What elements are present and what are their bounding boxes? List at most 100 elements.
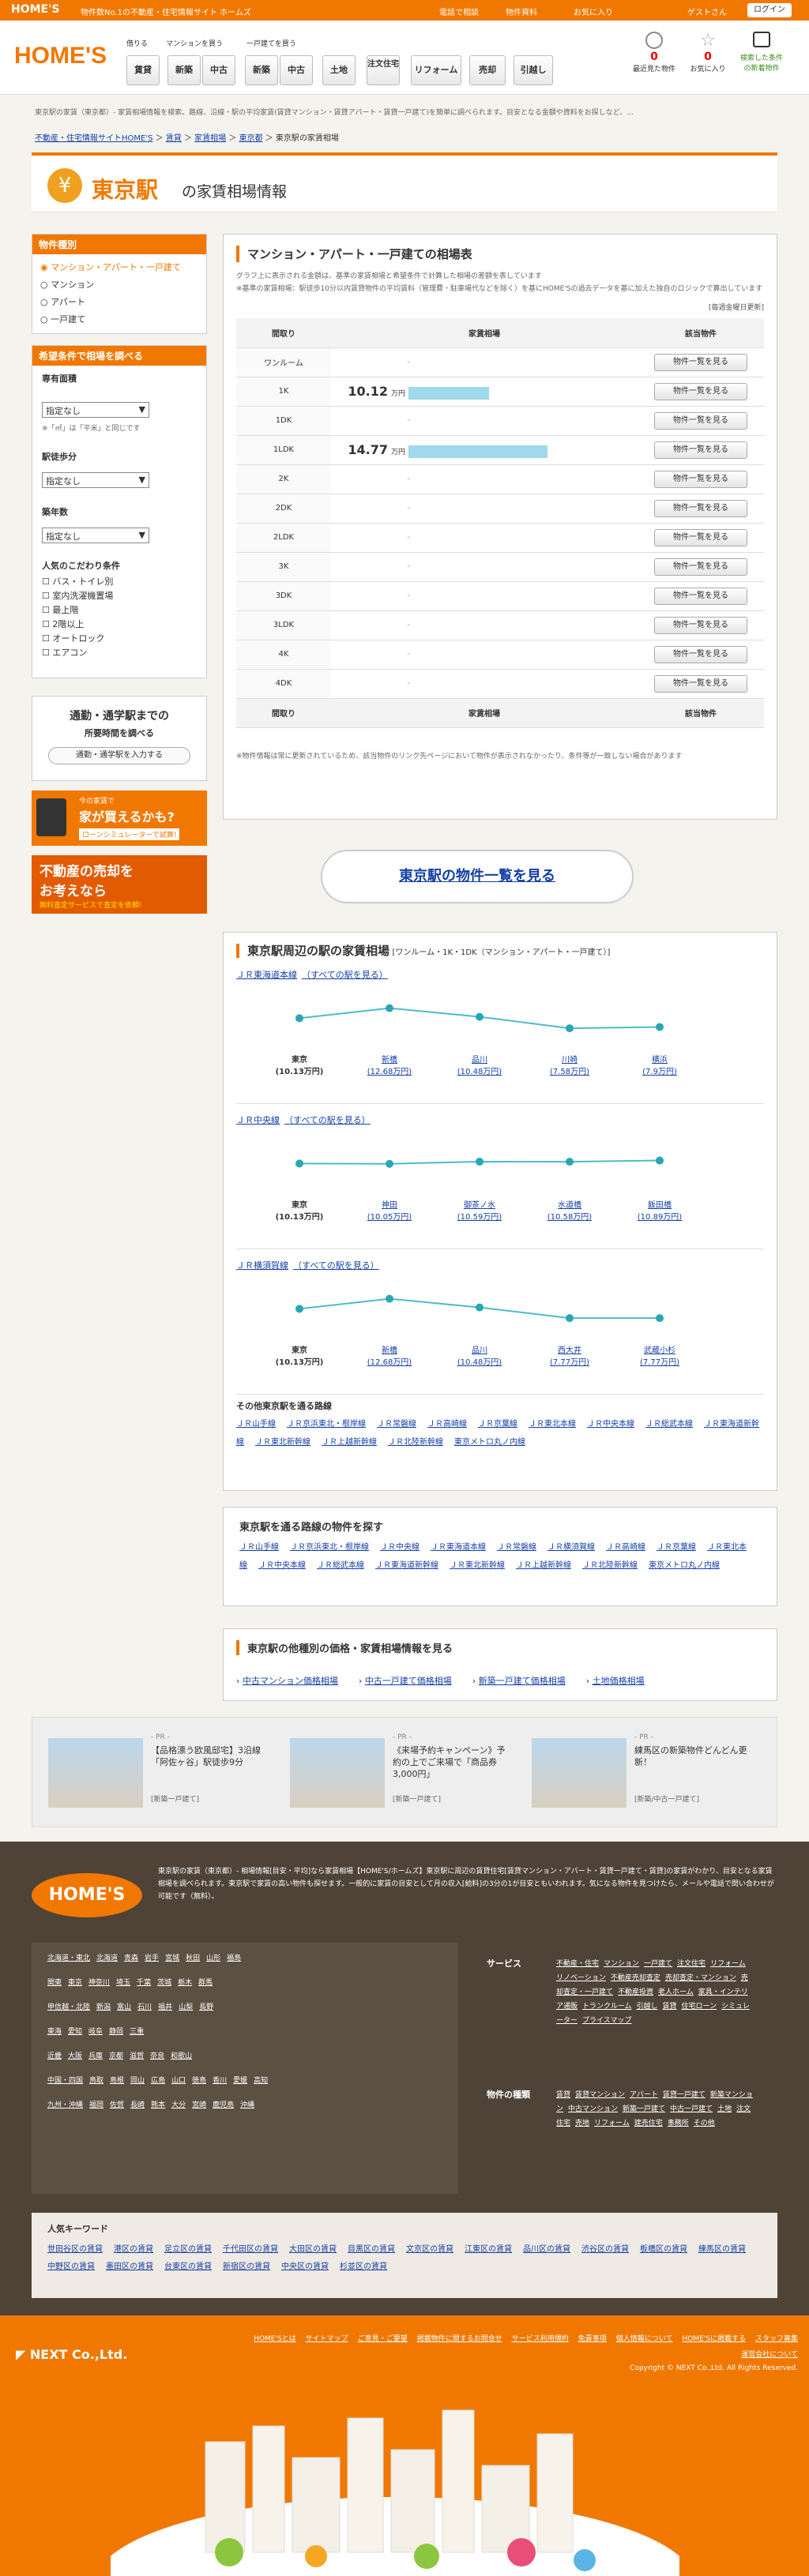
station-label[interactable]: 神田 (10.05万円): [350, 1198, 429, 1222]
other-line-link[interactable]: 東京メトロ丸ノ内線: [454, 1438, 525, 1447]
keyword-link[interactable]: 中野区の賃貸: [47, 2262, 95, 2271]
kodawari-checkbox[interactable]: ☐ エアコン: [42, 646, 197, 660]
station-label[interactable]: 品川 (10.48万円): [440, 1343, 519, 1367]
type-link[interactable]: 中古一戸建て: [670, 2105, 713, 2113]
pref-link[interactable]: 静岡: [109, 2028, 123, 2036]
search-line-link[interactable]: ＪＲ中央本線: [258, 1561, 306, 1570]
homes-logo[interactable]: HOME'S: [14, 43, 107, 69]
view-listings-button[interactable]: 物件一覧を見る: [654, 587, 747, 605]
station-label[interactable]: 横浜 (7.9万円): [620, 1053, 699, 1076]
search-line-link[interactable]: ＪＲ京葉線: [657, 1543, 696, 1552]
type-link[interactable]: 賃貸一戸建て: [663, 2091, 706, 2099]
pref-link[interactable]: 埼玉: [116, 1979, 130, 1987]
pref-link[interactable]: 滋賀: [130, 2052, 144, 2060]
pr-item[interactable]: - PR - 練馬区の新築物件どんどん更新！ [新築/中古一戸建て]: [532, 1733, 761, 1812]
other-line-link[interactable]: ＪＲ中央本線: [587, 1420, 634, 1429]
other-type-link[interactable]: 土地価格相場: [593, 1676, 645, 1686]
pref-link[interactable]: 宮崎: [192, 2101, 206, 2109]
type-link[interactable]: 建売住宅: [634, 2120, 663, 2127]
view-listings-button[interactable]: 物件一覧を見る: [654, 382, 747, 400]
pref-link[interactable]: 佐賀: [110, 2101, 124, 2109]
service-link[interactable]: 不動産投資: [618, 1988, 653, 1996]
service-link[interactable]: 賃貸: [663, 2003, 677, 2011]
search-line-link[interactable]: ＪＲ横須賀線: [547, 1543, 595, 1552]
view-listings-button[interactable]: 物件一覧を見る: [654, 645, 747, 663]
keyword-link[interactable]: 足立区の賃貸: [164, 2245, 212, 2254]
type-option[interactable]: ○ 一戸建て: [40, 311, 198, 329]
type-link[interactable]: 事務所: [668, 2120, 689, 2127]
service-link[interactable]: リフォーム: [710, 1960, 746, 1968]
other-line-link[interactable]: ＪＲ常磐線: [377, 1420, 416, 1429]
bottom-link[interactable]: 個人情報について: [616, 2335, 673, 2343]
kodawari-checkbox[interactable]: ☐ 室内洗濯機置場: [42, 589, 197, 603]
nav-new-house[interactable]: 新築: [245, 55, 278, 85]
top-logo[interactable]: HOME'S: [11, 3, 59, 16]
view-listings-button[interactable]: 物件一覧を見る: [654, 616, 747, 634]
other-line-link[interactable]: ＪＲ高崎線: [427, 1420, 467, 1429]
search-line-link[interactable]: ＪＲ常磐線: [497, 1543, 536, 1552]
bottom-link[interactable]: スタッフ募集: [755, 2335, 798, 2343]
pref-link[interactable]: 宮城: [165, 1955, 179, 1962]
region-link[interactable]: 関東: [47, 1979, 62, 1987]
type-link[interactable]: アパート: [630, 2091, 658, 2099]
nav-sell[interactable]: 売却: [469, 55, 506, 85]
pref-link[interactable]: 愛知: [68, 2028, 82, 2036]
breadcrumb-market[interactable]: 家賃相場: [194, 134, 226, 143]
keyword-link[interactable]: 大田区の賃貸: [289, 2245, 337, 2254]
service-link[interactable]: プライスマップ: [582, 2017, 631, 2025]
bottom-link[interactable]: ご意見・ご要望: [358, 2335, 408, 2343]
pref-link[interactable]: 和歌山: [171, 2052, 192, 2060]
walk-select[interactable]: 指定なし ▼: [42, 472, 149, 488]
keyword-link[interactable]: 文京区の賃貸: [406, 2245, 453, 2254]
footer-logo[interactable]: HOME'S: [32, 1873, 142, 1917]
keyword-link[interactable]: 新宿区の賃貸: [223, 2262, 270, 2271]
other-line-link[interactable]: ＪＲ京葉線: [478, 1420, 517, 1429]
pref-link[interactable]: 神奈川: [88, 1979, 110, 1987]
region-link[interactable]: 九州・沖縄: [47, 2101, 83, 2109]
all-stations-link[interactable]: （すべての駅を見る）: [302, 970, 388, 980]
keyword-link[interactable]: 品川区の賃貸: [523, 2245, 570, 2254]
service-link[interactable]: 住宅ローン: [682, 2003, 717, 2011]
all-stations-link[interactable]: （すべての駅を見る）: [284, 1115, 371, 1125]
station-label[interactable]: 品川 (10.48万円): [440, 1053, 519, 1076]
region-link[interactable]: 中国・四国: [47, 2077, 83, 2085]
pr-item[interactable]: - PR - 《来場予約キャンペーン》予約の上でご来場で「商品券3,000円」 [新…: [290, 1733, 519, 1812]
search-line-link[interactable]: ＪＲ東北新幹線: [450, 1561, 505, 1570]
keyword-link[interactable]: 杉並区の賃貸: [340, 2262, 387, 2271]
pr-item[interactable]: - PR - 【品格漂う欧風邸宅】3沿線「阿佐ヶ谷」駅徒歩9分 [新築一戸建て]: [48, 1733, 277, 1812]
pref-link[interactable]: 三重: [130, 2028, 144, 2036]
favorites[interactable]: ☆ 0 お気に入り: [684, 32, 732, 103]
search-line-link[interactable]: 東京メトロ丸ノ内線: [649, 1561, 720, 1570]
view-listings-button[interactable]: 物件一覧を見る: [654, 499, 747, 517]
keyword-link[interactable]: 中央区の賃貸: [281, 2262, 329, 2271]
breadcrumb-tokyo[interactable]: 東京都: [239, 134, 263, 143]
pref-link[interactable]: 千葉: [137, 1979, 151, 1987]
type-option[interactable]: ○ マンション: [40, 276, 198, 294]
line-link[interactable]: ＪＲ横須賀線: [236, 1260, 288, 1271]
type-link[interactable]: 賃貸: [556, 2091, 570, 2099]
search-line-link[interactable]: ＪＲ上越新幹線: [516, 1561, 571, 1570]
docs-link[interactable]: 物件資料: [506, 6, 537, 17]
view-listings-button[interactable]: 物件一覧を見る: [654, 470, 747, 488]
nav-used-mansion[interactable]: 中古: [202, 55, 235, 85]
search-line-link[interactable]: ＪＲ東海道本線: [431, 1543, 486, 1552]
view-listings-button[interactable]: 物件一覧を見る: [654, 558, 747, 576]
kodawari-checkbox[interactable]: ☐ バス・トイレ別: [42, 575, 197, 589]
bottom-link[interactable]: サイトマップ: [306, 2335, 348, 2343]
pref-link[interactable]: 大分: [171, 2101, 186, 2109]
view-listings-button[interactable]: 物件一覧を見る: [654, 411, 747, 430]
service-link[interactable]: 不動産売却査定: [611, 1974, 660, 1982]
keyword-link[interactable]: 目黒区の賃貸: [348, 2245, 395, 2254]
keyword-link[interactable]: 江東区の賃貸: [465, 2245, 512, 2254]
age-select[interactable]: 指定なし ▼: [42, 528, 149, 543]
other-line-link[interactable]: ＪＲ山手線: [236, 1420, 276, 1429]
type-option[interactable]: ◉ マンション・アパート・一戸建て: [40, 259, 198, 276]
pref-link[interactable]: 福島: [227, 1955, 241, 1962]
pref-link[interactable]: 鹿児島: [213, 2101, 234, 2109]
keyword-link[interactable]: 港区の賃貸: [114, 2245, 153, 2254]
service-link[interactable]: 注文住宅: [677, 1960, 706, 1968]
search-line-link[interactable]: ＪＲ京浜東北・根岸線: [290, 1543, 369, 1552]
bottom-link[interactable]: HOME'Sとは: [254, 2335, 296, 2343]
other-line-link[interactable]: ＪＲ東北本線: [529, 1420, 576, 1429]
pref-link[interactable]: 高知: [254, 2077, 268, 2085]
